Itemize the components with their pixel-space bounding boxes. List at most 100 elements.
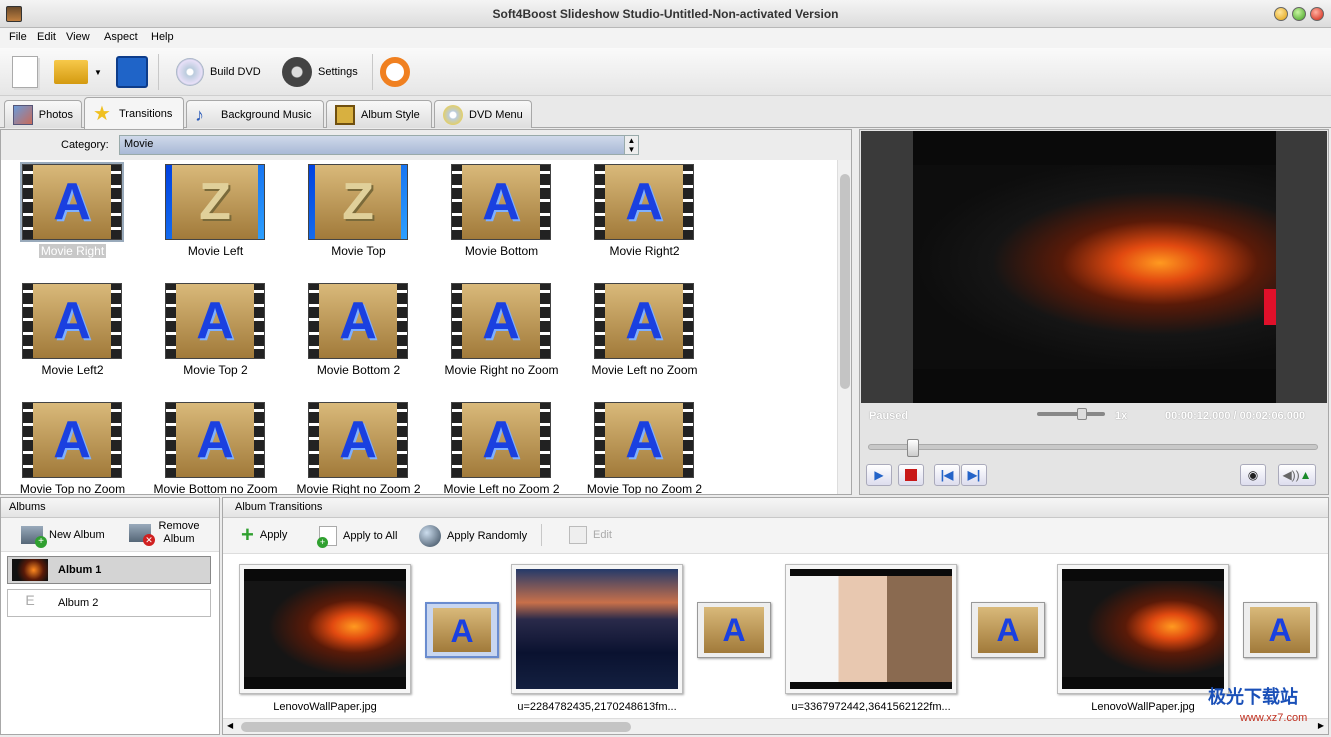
transition-item[interactable]: A Movie Bottom xyxy=(430,162,573,281)
transition-label-text: Movie Left no Zoom 2 xyxy=(443,482,560,494)
help-button[interactable] xyxy=(380,54,410,90)
transition-preview: A xyxy=(462,403,540,477)
menu-view[interactable]: View xyxy=(66,31,90,43)
transition-item[interactable]: A Movie Left no Zoom xyxy=(573,281,716,400)
settings-button[interactable]: Settings xyxy=(282,54,358,90)
transition-item[interactable]: A Movie Right no Zoom xyxy=(430,281,573,400)
speed-slider[interactable] xyxy=(1037,408,1105,420)
category-select[interactable]: Movie ▲ ▼ xyxy=(119,135,639,155)
edit-label: Edit xyxy=(593,529,612,541)
menu-edit[interactable]: Edit xyxy=(37,31,56,43)
save-project-button[interactable] xyxy=(116,54,148,90)
album-transitions-panel: Album Transitions + Apply + Apply to All… xyxy=(222,497,1329,735)
close-button[interactable] xyxy=(1310,7,1324,21)
transition-label-text: Movie Left no Zoom xyxy=(591,363,698,377)
watermark-url: www.xz7.com xyxy=(1240,712,1308,724)
album-item[interactable]: E Album 2 xyxy=(7,589,211,617)
transition-letter: A xyxy=(196,411,234,469)
transition-item[interactable]: A Movie Left no Zoom 2 xyxy=(430,400,573,494)
speed-slider-knob[interactable] xyxy=(1077,408,1087,420)
open-project-button[interactable]: ▼ xyxy=(54,54,102,90)
build-dvd-button[interactable]: Build DVD xyxy=(176,54,261,90)
vertical-scrollbar[interactable] xyxy=(837,160,851,494)
transition-item[interactable]: A Movie Right no Zoom 2 xyxy=(287,400,430,494)
album-name: Album 2 xyxy=(58,597,99,609)
transition-label: Movie Left xyxy=(144,244,287,258)
transition-slot[interactable]: A xyxy=(425,602,499,658)
transition-item[interactable]: A Movie Bottom no Zoom xyxy=(144,400,287,494)
tab-photos[interactable]: Photos xyxy=(4,100,82,128)
menu-help[interactable]: Help xyxy=(151,31,174,43)
playback-status-bar: Paused 1x 00:00:12.000 / 00:02:06.000 xyxy=(861,404,1327,430)
seek-bar[interactable] xyxy=(868,439,1318,457)
transition-label: Movie Left2 xyxy=(1,363,144,377)
next-button[interactable]: ▶| xyxy=(961,464,987,486)
stop-button[interactable] xyxy=(898,464,924,486)
edit-button[interactable]: Edit xyxy=(569,526,612,544)
album-item[interactable]: Album 1 xyxy=(7,556,211,584)
star-icon: ★ xyxy=(93,102,111,125)
transition-item[interactable]: A Movie Bottom 2 xyxy=(287,281,430,400)
transition-item[interactable]: A Movie Right2 xyxy=(573,162,716,281)
transition-preview: A xyxy=(462,284,540,358)
menu-aspect[interactable]: Aspect xyxy=(104,31,138,43)
seek-knob[interactable] xyxy=(907,439,919,457)
transition-item[interactable]: A Movie Top no Zoom xyxy=(1,400,144,494)
transition-preview: A xyxy=(462,165,540,239)
tab-album-style-label: Album Style xyxy=(361,108,420,121)
stop-icon xyxy=(905,469,917,481)
transition-item[interactable]: A Movie Left2 xyxy=(1,281,144,400)
apply-to-all-button[interactable]: + Apply to All xyxy=(317,526,397,548)
horizontal-scrollbar[interactable]: ◀ ▶ xyxy=(223,718,1328,734)
scroll-left-icon[interactable]: ◀ xyxy=(227,721,233,730)
category-row: Category: Movie ▲ ▼ xyxy=(1,130,851,160)
transition-label: Movie Right xyxy=(1,244,144,258)
snapshot-button[interactable]: ◉ xyxy=(1240,464,1266,486)
tab-background-music[interactable]: ♪ Background Music xyxy=(186,100,324,128)
transition-slot[interactable]: A xyxy=(697,602,771,658)
camera-icon: ◉ xyxy=(1247,468,1259,482)
play-button[interactable]: ▶ xyxy=(866,464,892,486)
tab-dvd-menu[interactable]: DVD Menu xyxy=(434,100,532,128)
chevron-down-icon: ▼ xyxy=(94,67,102,77)
transition-slot[interactable]: A xyxy=(971,602,1045,658)
category-label: Category: xyxy=(61,139,109,151)
transition-letter: A xyxy=(625,411,663,469)
volume-button[interactable]: ◀)) ▲ xyxy=(1278,464,1316,486)
transition-item[interactable]: Z Movie Top xyxy=(287,162,430,281)
scrollbar-thumb[interactable] xyxy=(241,722,631,732)
tab-album-style[interactable]: Album Style xyxy=(326,100,432,128)
transition-letter: A xyxy=(53,292,91,350)
transition-item[interactable]: Z Movie Left xyxy=(144,162,287,281)
scroll-right-icon[interactable]: ▶ xyxy=(1318,721,1324,730)
transition-item[interactable]: A Movie Top 2 xyxy=(144,281,287,400)
transition-slot[interactable]: A xyxy=(1243,602,1317,658)
menu-file[interactable]: File xyxy=(9,31,27,43)
maximize-button[interactable] xyxy=(1292,7,1306,21)
transition-preview: A xyxy=(605,403,683,477)
lifebuoy-icon xyxy=(380,57,410,87)
photo-thumbnail[interactable] xyxy=(239,564,411,694)
transition-item[interactable]: A Movie Top no Zoom 2 xyxy=(573,400,716,494)
apply-randomly-button[interactable]: Apply Randomly xyxy=(419,525,527,547)
previous-button[interactable]: |◀ xyxy=(934,464,960,486)
tab-transitions[interactable]: ★ Transitions xyxy=(84,97,184,129)
apply-button[interactable]: + Apply xyxy=(241,524,287,546)
photo-thumbnail[interactable] xyxy=(785,564,957,694)
new-project-button[interactable] xyxy=(12,54,38,90)
volume-up-icon: ▲ xyxy=(1299,468,1312,482)
remove-album-button[interactable]: ✕ Remove Album xyxy=(129,520,201,546)
photo-thumbnail[interactable] xyxy=(1057,564,1229,694)
transition-label-text: Movie Left2 xyxy=(41,363,104,377)
photo-thumbnail[interactable] xyxy=(511,564,683,694)
transition-label-text: Movie Top no Zoom xyxy=(19,482,126,494)
new-album-button[interactable]: + New Album xyxy=(21,526,105,548)
minimize-button[interactable] xyxy=(1274,7,1288,21)
transition-item[interactable]: A Movie Right xyxy=(1,162,144,281)
transition-preview: A xyxy=(176,284,254,358)
select-arrows-icon: ▲ ▼ xyxy=(624,136,638,154)
scrollbar-thumb[interactable] xyxy=(840,174,850,389)
transition-thumbnail: Z xyxy=(165,164,265,240)
transition-thumbnail: A xyxy=(165,283,265,359)
music-note-icon: ♪ xyxy=(195,104,204,125)
